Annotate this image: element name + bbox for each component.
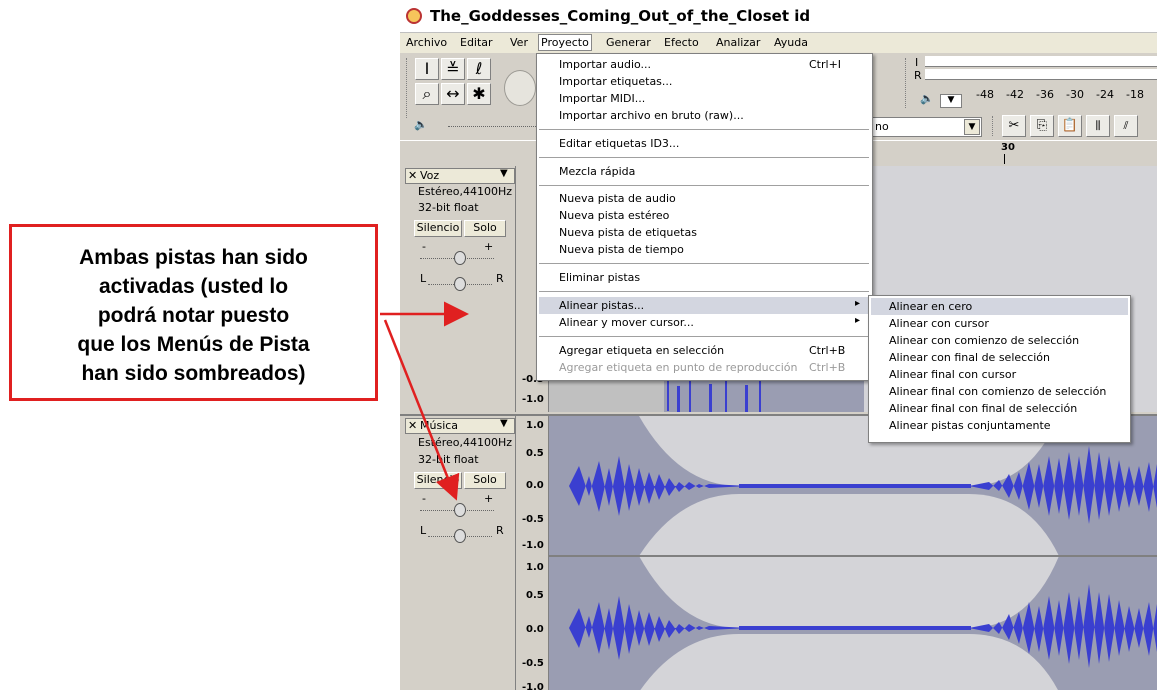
annotation-arrows [380, 301, 469, 501]
arrow-to-track-musica [383, 319, 460, 501]
